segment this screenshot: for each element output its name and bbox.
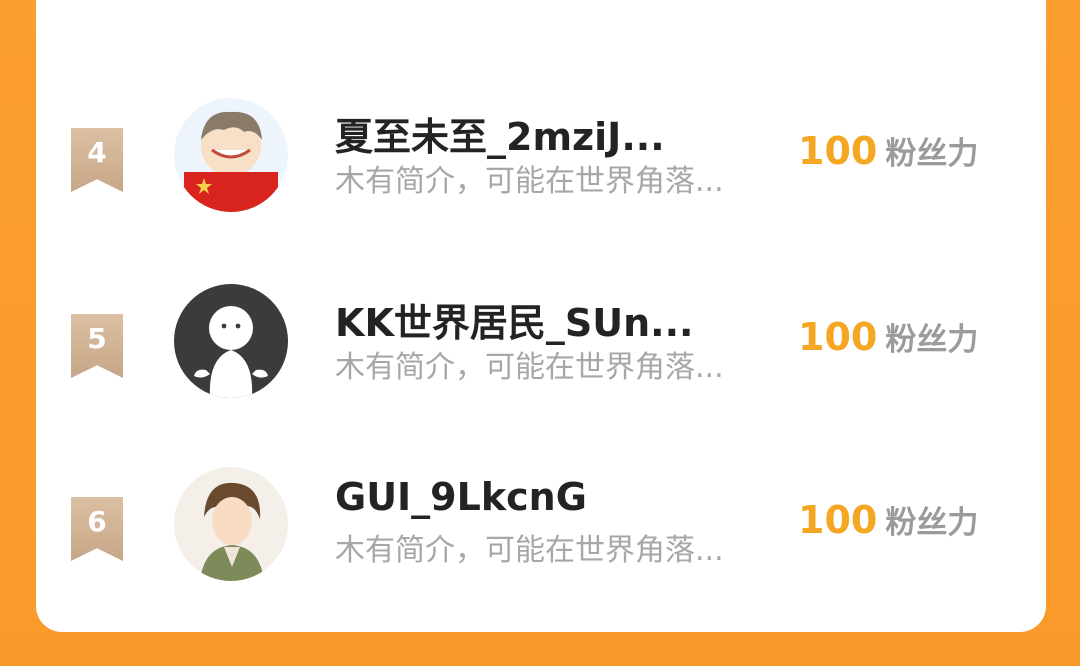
list-item[interactable]: 4 夏至未至_2mziJ... 木有简介，可能在世界角落... 100 粉丝力 bbox=[0, 98, 1080, 254]
username[interactable]: KK世界居民_SUn... bbox=[335, 292, 693, 347]
rank-badge: 4 bbox=[71, 128, 123, 192]
fan-power-value: 100 bbox=[798, 498, 878, 542]
fan-power-value: 100 bbox=[798, 129, 878, 173]
user-bio: 木有简介，可能在世界角落... bbox=[335, 533, 724, 568]
fan-power-label: 粉丝力 bbox=[885, 136, 979, 172]
avatar[interactable] bbox=[174, 98, 288, 212]
fan-power: 100 粉丝力 bbox=[798, 128, 978, 173]
fan-power: 100 粉丝力 bbox=[798, 314, 978, 359]
fan-power-value: 100 bbox=[798, 315, 878, 359]
fan-power-label: 粉丝力 bbox=[885, 505, 979, 541]
rank-badge: 5 bbox=[71, 314, 123, 378]
fan-power: 100 粉丝力 bbox=[798, 497, 978, 542]
avatar[interactable] bbox=[174, 467, 288, 581]
rank-badge: 6 bbox=[71, 497, 123, 561]
list-item[interactable]: 6 GUI_9LkcnG 木有简介，可能在世界角落... 100 粉丝力 bbox=[0, 467, 1080, 623]
footer-band bbox=[0, 632, 1080, 666]
fan-power-label: 粉丝力 bbox=[885, 322, 979, 358]
list-item[interactable]: 5 KK世界居民_SUn... 木有简介，可能在世界角落... 100 粉丝力 bbox=[0, 284, 1080, 440]
avatar[interactable] bbox=[174, 284, 288, 398]
username[interactable]: 夏至未至_2mziJ... bbox=[335, 106, 665, 161]
username[interactable]: GUI_9LkcnG bbox=[335, 475, 587, 519]
user-bio: 木有简介，可能在世界角落... bbox=[335, 164, 724, 199]
user-bio: 木有简介，可能在世界角落... bbox=[335, 350, 724, 385]
